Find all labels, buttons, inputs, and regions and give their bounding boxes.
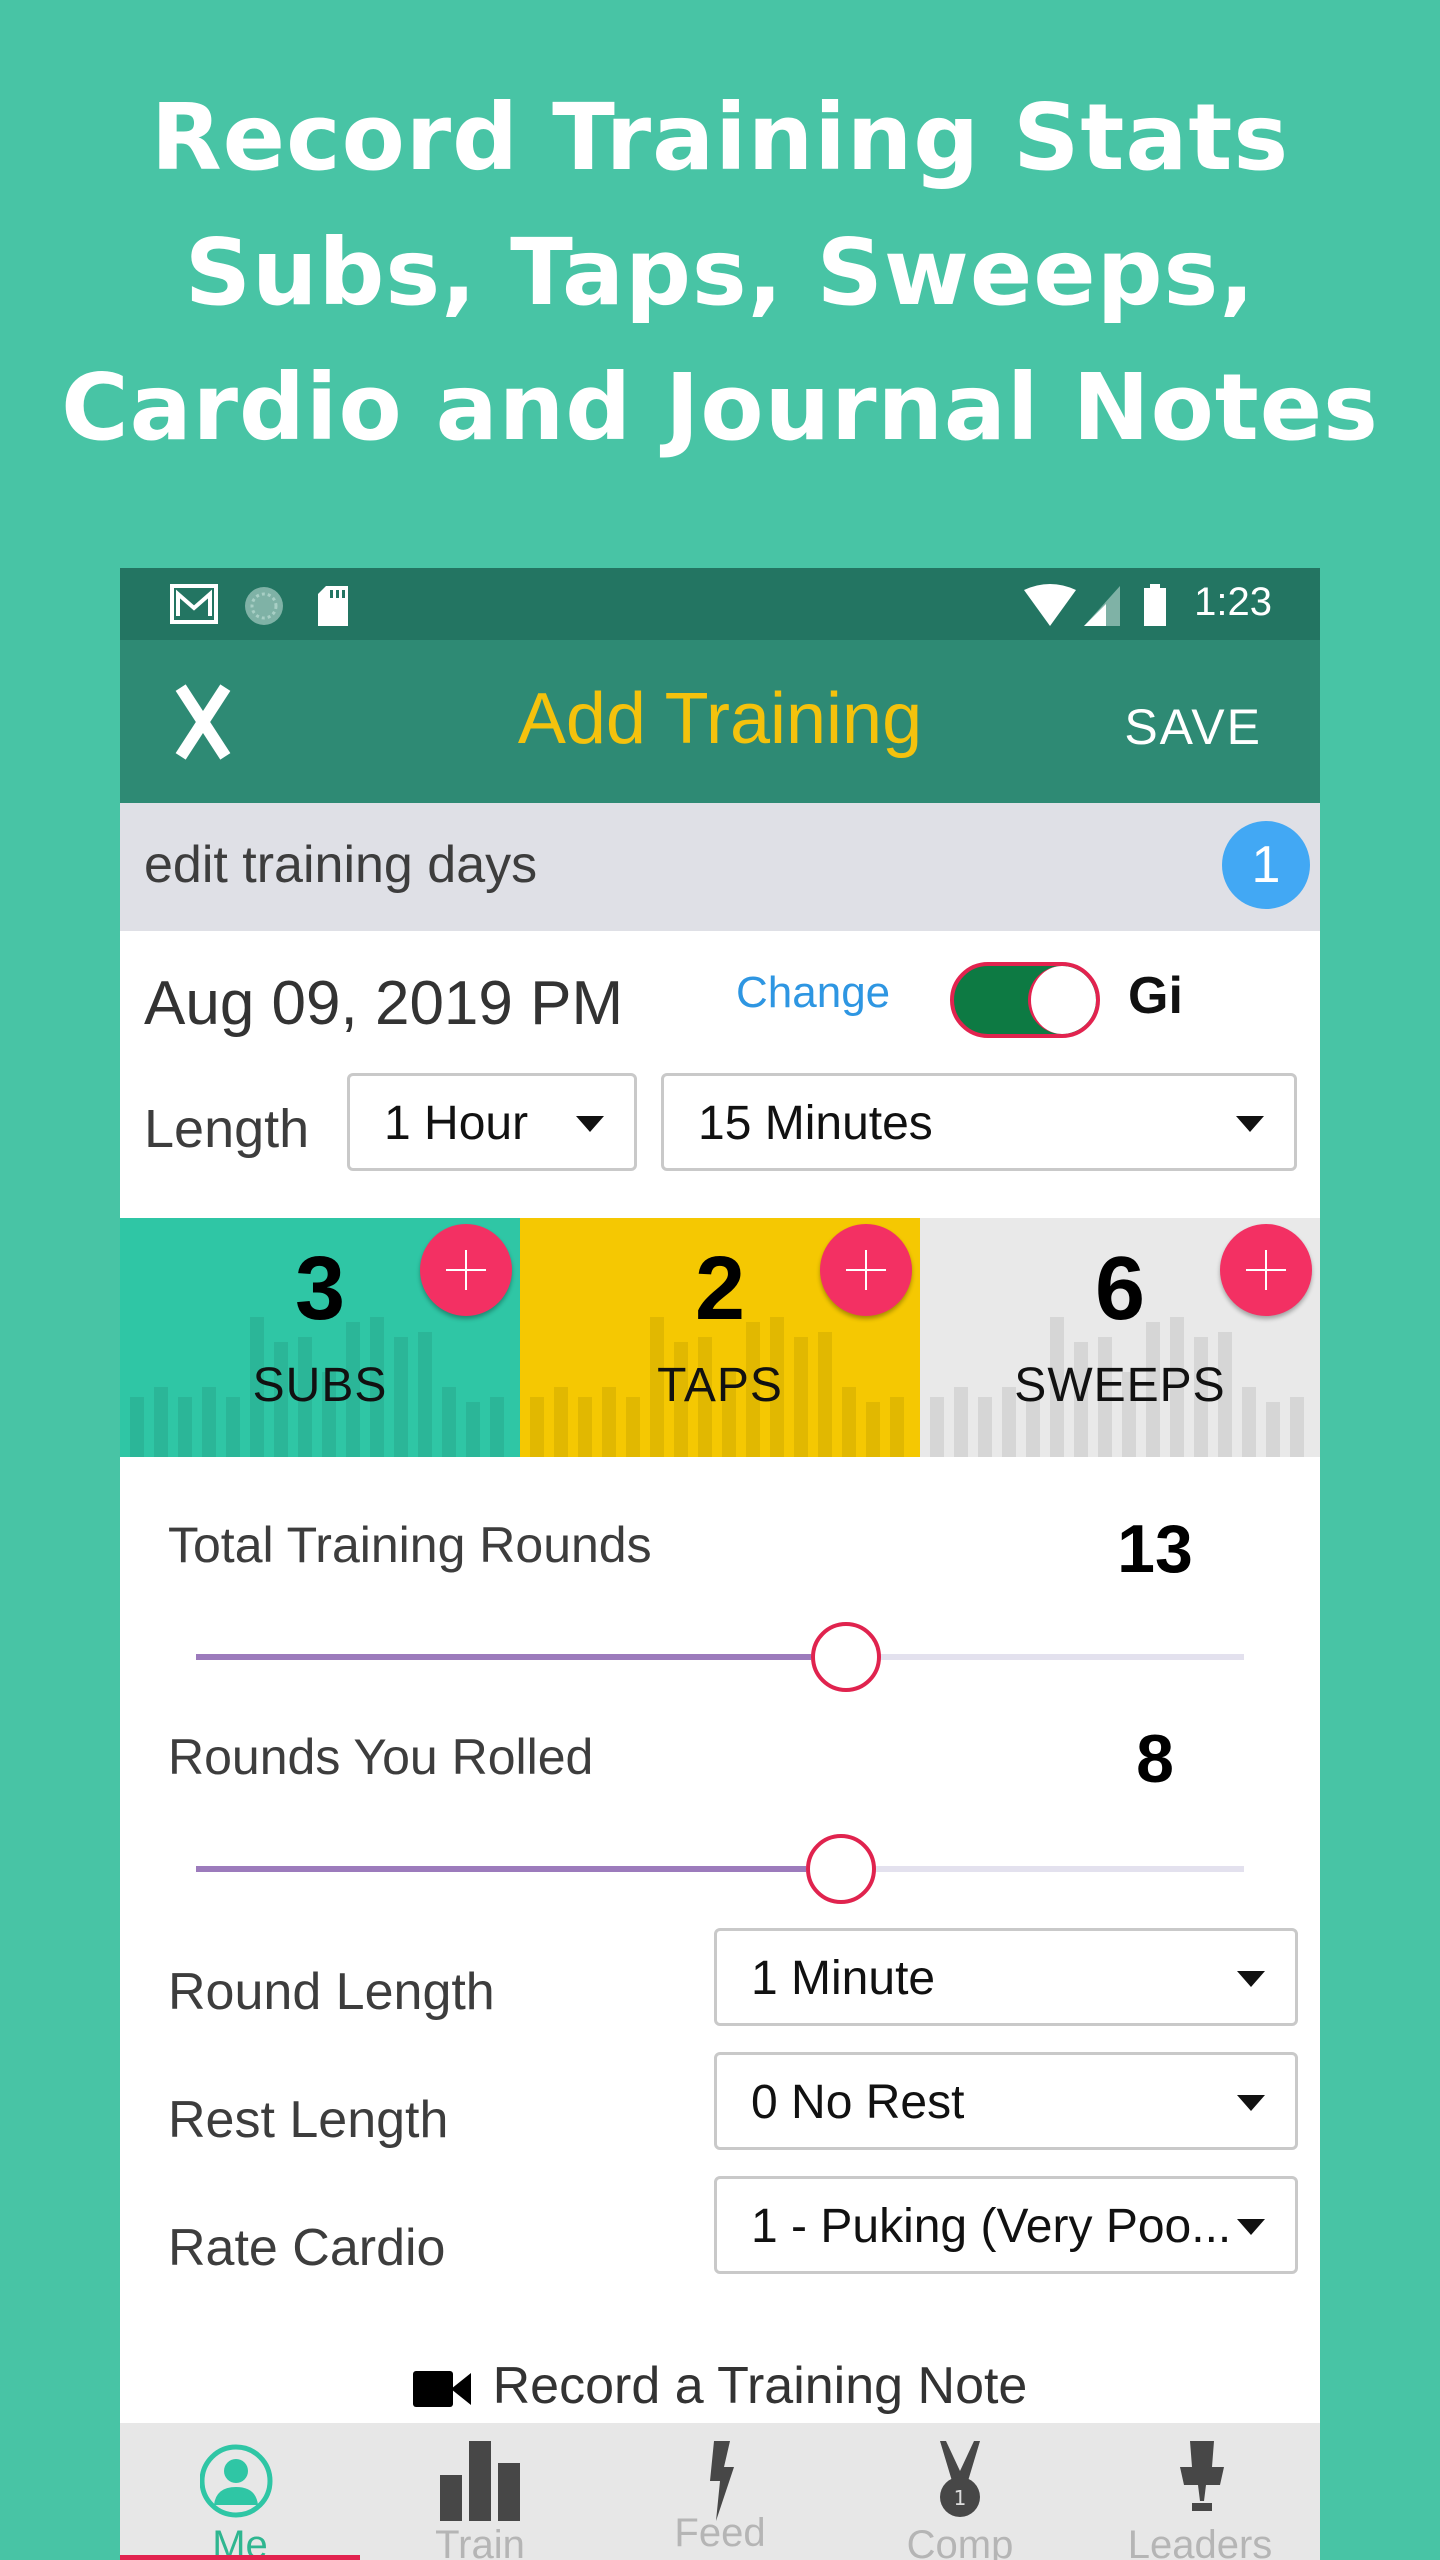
promo-headline: Record Training Stats Subs, Taps, Sweeps… (0, 70, 1440, 475)
stat-tiles: 3 SUBS 2 TAPS 6 SWEEPS (120, 1218, 1320, 1457)
nav-item-comp[interactable]: 1 Comp (840, 2423, 1080, 2560)
promo-line: Record Training Stats (150, 84, 1290, 191)
bar-chart-icon (440, 2441, 520, 2521)
promo-line: Cardio and Journal Notes (61, 354, 1379, 461)
record-note-label: Record a Training Note (492, 2357, 1028, 2415)
bottom-nav: Me Train Feed 1 Comp Leaders (120, 2423, 1320, 2560)
total-rounds-label: Total Training Rounds (168, 1517, 652, 1573)
nav-item-train[interactable]: Train (360, 2423, 600, 2560)
slider-thumb[interactable] (811, 1622, 881, 1692)
nav-label: Leaders (1127, 2523, 1273, 2560)
toggle-knob (1028, 966, 1096, 1034)
nav-item-leaders[interactable]: Leaders (1080, 2423, 1320, 2560)
nav-item-me[interactable]: Me (120, 2423, 360, 2560)
lightning-icon (710, 2441, 734, 2521)
record-training-note-button[interactable]: Record a Training Note (120, 2356, 1320, 2416)
gi-label: Gi (1128, 967, 1183, 1025)
chevron-down-icon (576, 1116, 604, 1132)
svg-text:1: 1 (954, 2486, 967, 2510)
count-badge: 1 (1222, 821, 1310, 909)
status-time: 1:23 (1194, 580, 1272, 624)
hours-value: 1 Hour (384, 1097, 529, 1150)
rest-length-value: 0 No Rest (751, 2076, 965, 2129)
rate-cardio-value: 1 - Puking (Very Poo... (751, 2200, 1232, 2253)
hours-select[interactable]: 1 Hour (347, 1073, 637, 1171)
rounds-rolled-value: 8 (1136, 1721, 1174, 1797)
rounds-rolled-slider[interactable] (196, 1830, 1244, 1910)
rounds-rolled-label: Rounds You Rolled (168, 1729, 594, 1785)
stat-label: SWEEPS (1014, 1359, 1226, 1412)
add-sub-button[interactable] (420, 1224, 512, 1316)
gmail-icon (170, 584, 218, 624)
training-date: Aug 09, 2019 PM (144, 969, 624, 1038)
total-rounds-slider[interactable] (196, 1618, 1244, 1698)
slider-thumb[interactable] (806, 1834, 876, 1904)
nav-label: Feed (674, 2511, 766, 2555)
signal-icon (1084, 586, 1120, 626)
round-length-value: 1 Minute (751, 1952, 936, 2005)
gi-toggle[interactable] (950, 962, 1100, 1038)
minutes-value: 15 Minutes (698, 1097, 933, 1150)
stat-tile-subs: 3 SUBS (120, 1218, 520, 1457)
battery-icon (1144, 584, 1166, 626)
add-sweep-button[interactable] (1220, 1224, 1312, 1316)
add-tap-button[interactable] (820, 1224, 912, 1316)
minutes-select[interactable]: 15 Minutes (661, 1073, 1297, 1171)
video-camera-icon (412, 2371, 471, 2408)
stat-label: TAPS (657, 1359, 783, 1412)
stat-tile-sweeps: 6 SWEEPS (920, 1218, 1320, 1457)
chevron-down-icon (1237, 1971, 1265, 1987)
promo-line: Subs, Taps, Sweeps, (184, 219, 1256, 326)
chevron-down-icon (1237, 2219, 1265, 2235)
wifi-icon (1024, 584, 1076, 626)
stat-label: SUBS (252, 1359, 388, 1412)
change-date-link[interactable]: Change (736, 968, 890, 1018)
phone-screen: 1:23 Add Training SAVE edit training day… (120, 568, 1320, 2560)
total-rounds-value: 13 (1117, 1511, 1193, 1587)
rate-cardio-label: Rate Cardio (168, 2219, 446, 2277)
edit-training-days-label: edit training days (144, 836, 538, 894)
profile-icon (200, 2444, 273, 2518)
rest-length-label: Rest Length (168, 2091, 449, 2149)
sync-icon (245, 587, 283, 625)
chevron-down-icon (1236, 1116, 1264, 1132)
nav-item-feed[interactable]: Feed (600, 2423, 840, 2560)
chevron-down-icon (1237, 2095, 1265, 2111)
rate-cardio-select[interactable]: 1 - Puking (Very Poo... (714, 2176, 1298, 2274)
slider-fill (196, 1866, 806, 1872)
stat-tile-taps: 2 TAPS (520, 1218, 920, 1457)
round-length-select[interactable]: 1 Minute (714, 1928, 1298, 2026)
sd-card-icon (318, 586, 348, 626)
nav-label: Comp (906, 2523, 1014, 2560)
save-button[interactable]: SAVE (1124, 698, 1262, 756)
active-tab-indicator (120, 2555, 360, 2560)
status-bar: 1:23 (120, 568, 1320, 640)
rest-length-select[interactable]: 0 No Rest (714, 2052, 1298, 2150)
length-label: Length (144, 1099, 310, 1159)
trophy-icon (1180, 2441, 1224, 2511)
slider-fill (196, 1654, 811, 1660)
round-length-label: Round Length (168, 1963, 495, 2021)
app-bar: Add Training SAVE (120, 640, 1320, 803)
medal-icon: 1 (940, 2441, 980, 2517)
edit-training-days-bar[interactable]: edit training days 1 (120, 803, 1320, 931)
nav-label: Train (435, 2523, 525, 2560)
